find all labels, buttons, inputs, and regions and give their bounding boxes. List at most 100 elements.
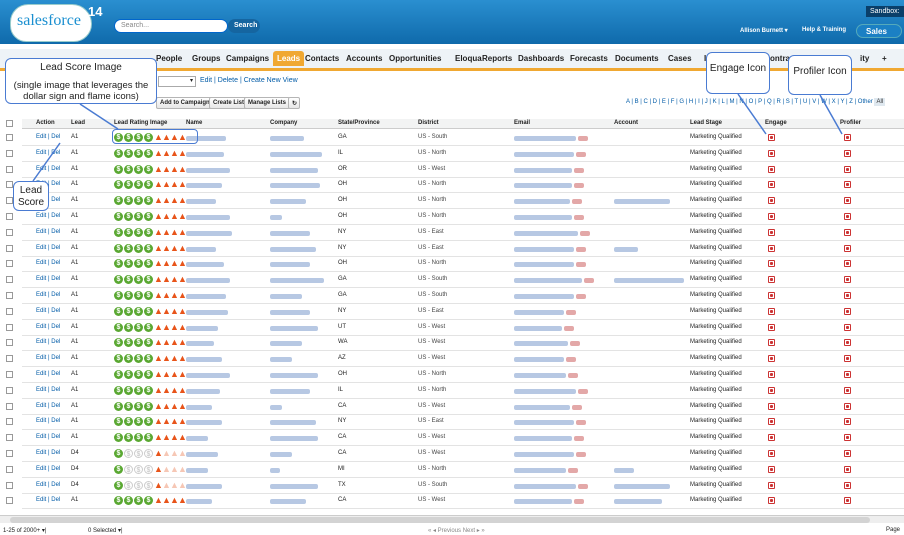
- lead-email[interactable]: [514, 167, 572, 173]
- lead-account[interactable]: [614, 483, 670, 489]
- profiler-icon[interactable]: [844, 386, 851, 394]
- row-checkbox[interactable]: [6, 228, 13, 236]
- engage-icon[interactable]: [768, 418, 775, 426]
- row-actions[interactable]: Edit | Del: [36, 324, 60, 330]
- profiler-icon[interactable]: [844, 197, 851, 205]
- app-switcher-button[interactable]: Sales: [856, 24, 902, 38]
- view-select[interactable]: ▾: [158, 76, 196, 87]
- lead-name[interactable]: [186, 183, 222, 189]
- engage-icon[interactable]: [768, 260, 775, 268]
- lead-email[interactable]: [514, 373, 566, 378]
- lead-account[interactable]: [614, 499, 662, 505]
- lead-name[interactable]: [186, 499, 212, 505]
- scrollbar-thumb[interactable]: [10, 517, 870, 523]
- col-district[interactable]: District: [418, 120, 439, 126]
- tab-eloqua[interactable]: Eloqua: [455, 54, 482, 63]
- table-row[interactable]: Edit | Del D4 $ $ $ $ ▲ ▲ ▲ ▲ CA US - West Marketing…: [6, 447, 904, 462]
- lead-email[interactable]: [514, 436, 572, 442]
- lead-name[interactable]: [186, 373, 230, 378]
- tab-people[interactable]: People: [156, 54, 182, 63]
- row-actions[interactable]: Edit | Del: [36, 308, 60, 314]
- profiler-icon[interactable]: [844, 276, 851, 284]
- row-checkbox[interactable]: [6, 339, 13, 347]
- tab-forecasts[interactable]: Forecasts: [570, 54, 608, 63]
- row-checkbox[interactable]: [6, 371, 13, 378]
- lead-name[interactable]: [186, 483, 222, 489]
- table-row[interactable]: Edit | Del A1 $ $ $ $ ▲ ▲ ▲ ▲ OR US - West Marketing…: [6, 163, 904, 178]
- engage-icon[interactable]: [768, 165, 775, 173]
- alphabet-letters[interactable]: A | B | C | D | E | F | G | H | I | J | …: [626, 99, 873, 105]
- engage-icon[interactable]: [768, 292, 775, 299]
- table-row[interactable]: Edit | Del A1 $ $ $ $ ▲ ▲ ▲ ▲ NY US - East Marketing…: [6, 226, 904, 241]
- lead-name[interactable]: [186, 199, 216, 205]
- record-count[interactable]: 1-25 of 2000+ ▾|: [3, 527, 46, 534]
- row-actions[interactable]: Edit | Del: [36, 482, 60, 488]
- engage-icon[interactable]: [768, 450, 775, 457]
- row-checkbox[interactable]: [6, 276, 13, 284]
- table-row[interactable]: Edit | Del A1 $ $ $ $ ▲ ▲ ▲ ▲ IL US - North Marketin…: [6, 384, 904, 399]
- lead-email[interactable]: [514, 215, 572, 220]
- engage-icon[interactable]: [768, 134, 775, 141]
- create-list-button[interactable]: Create List: [209, 97, 249, 109]
- view-links[interactable]: Edit | Delete | Create New View: [200, 77, 298, 84]
- row-actions[interactable]: Edit | Del: [36, 403, 60, 409]
- lead-email[interactable]: [514, 404, 570, 410]
- profiler-icon[interactable]: [844, 434, 851, 442]
- row-checkbox[interactable]: [6, 497, 13, 505]
- lead-name[interactable]: [186, 325, 218, 331]
- table-row[interactable]: Edit | Del A1 $ $ $ $ ▲ ▲ ▲ ▲ NY US - East Marketing…: [6, 415, 904, 431]
- lead-email[interactable]: [514, 246, 574, 252]
- col-name[interactable]: Name: [186, 120, 202, 126]
- tab-campaigns[interactable]: Campaigns: [226, 54, 269, 63]
- row-actions[interactable]: Edit | Del: [36, 497, 60, 503]
- lead-email[interactable]: [514, 294, 574, 299]
- row-actions[interactable]: Edit | Del: [36, 292, 60, 298]
- table-row[interactable]: Edit | DelA1$$$$▲▲▲▲OHUS - NorthMarketin…: [6, 210, 904, 225]
- col-email[interactable]: Email: [514, 120, 530, 126]
- col-action[interactable]: Action: [36, 120, 55, 126]
- row-checkbox[interactable]: [6, 481, 13, 489]
- row-checkbox[interactable]: [6, 402, 13, 410]
- row-checkbox[interactable]: [6, 307, 13, 315]
- profiler-icon[interactable]: [844, 481, 851, 489]
- row-actions[interactable]: Edit | Del: [36, 213, 60, 219]
- lead-email[interactable]: [514, 388, 576, 394]
- engage-icon[interactable]: [768, 434, 775, 442]
- table-row[interactable]: Edit | Del A1 $ $ $ $ ▲ ▲ ▲ ▲ WA US - West Marketing…: [6, 336, 904, 352]
- lead-account[interactable]: [614, 199, 670, 205]
- table-row[interactable]: Edit | Del A1 $ $ $ $ ▲ ▲ ▲ ▲ NY US - East Marketing…: [6, 305, 904, 320]
- pager[interactable]: « ◂ Previous Next ▸ »: [428, 527, 485, 534]
- lead-email[interactable]: [514, 136, 576, 141]
- lead-email[interactable]: [514, 357, 564, 363]
- profiler-icon[interactable]: [844, 134, 851, 141]
- lead-account[interactable]: [614, 246, 638, 252]
- horizontal-scrollbar[interactable]: [0, 515, 904, 523]
- profiler-icon[interactable]: [844, 497, 851, 505]
- lead-email[interactable]: [514, 262, 574, 268]
- profiler-icon[interactable]: [844, 181, 851, 189]
- table-row[interactable]: Edit | Del A1 $ $ $ $ ▲ ▲ ▲ ▲ UT US - West Marketing…: [6, 321, 904, 336]
- help-link[interactable]: Help & Training: [802, 27, 846, 33]
- engage-icon[interactable]: [768, 197, 775, 205]
- engage-icon[interactable]: [768, 355, 775, 363]
- lead-name[interactable]: [186, 357, 222, 363]
- row-checkbox[interactable]: [6, 418, 13, 426]
- profiler-icon[interactable]: [844, 339, 851, 347]
- lead-email[interactable]: [514, 230, 578, 236]
- tab-reports[interactable]: Reports: [482, 54, 512, 63]
- engage-icon[interactable]: [768, 213, 775, 220]
- profiler-icon[interactable]: [844, 355, 851, 363]
- lead-name[interactable]: [186, 388, 220, 394]
- row-checkbox[interactable]: [6, 434, 13, 442]
- lead-email[interactable]: [514, 483, 576, 489]
- col-rating-image[interactable]: Lead Rating Image: [114, 120, 167, 126]
- row-checkbox[interactable]: [6, 213, 13, 220]
- tab-dashboards[interactable]: Dashboards: [518, 54, 564, 63]
- col-engage[interactable]: Engage: [765, 120, 787, 126]
- row-checkbox[interactable]: [6, 149, 13, 157]
- user-menu[interactable]: Allison Burnett ▾: [740, 27, 788, 34]
- add-to-campaign-button[interactable]: Add to Campaign: [156, 97, 214, 109]
- lead-name[interactable]: [186, 262, 224, 268]
- lead-email[interactable]: [514, 325, 562, 331]
- row-actions[interactable]: Edit | Del: [36, 229, 60, 235]
